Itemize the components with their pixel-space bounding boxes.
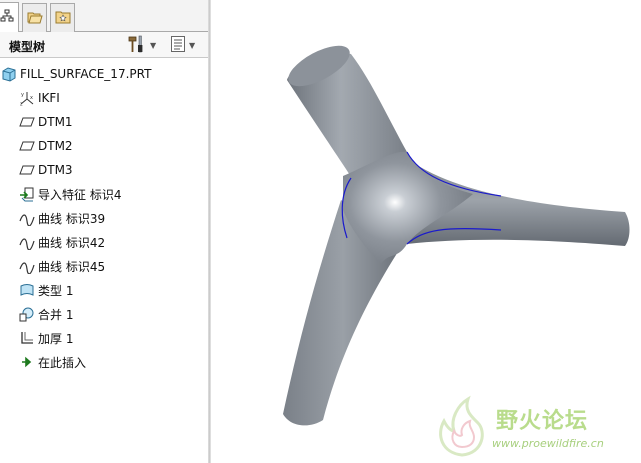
svg-text:y: y [21, 92, 24, 98]
tree-item-label: 加厚 1 [38, 331, 74, 346]
tree-item-thicken[interactable]: 加厚 1 [0, 326, 208, 350]
part-icon [1, 66, 17, 82]
curve-icon [19, 258, 35, 274]
tree-item-label: 曲线 标识42 [38, 235, 106, 250]
tree-item-label: DTM3 [38, 163, 73, 177]
import-feature-icon [19, 186, 35, 202]
model-tree-panel: 模型树 ▼ ▼ FILL_SURFACE_17.PRT yx z IKFI DTM… [0, 32, 208, 463]
tree-item-label: DTM2 [38, 139, 73, 153]
hammer-settings-icon [127, 35, 147, 56]
flame-logo-icon [432, 395, 492, 462]
tree-item-import-feature[interactable]: 导入特征 标识4 [0, 182, 208, 206]
tree-item-boundary-blend[interactable]: 类型 1 [0, 278, 208, 302]
tree-item-label: 曲线 标识45 [38, 259, 106, 274]
favorites-tab[interactable] [50, 3, 75, 32]
curve-icon [19, 234, 35, 250]
curve-icon [19, 210, 35, 226]
watermark: 野火论坛 www.proewildfire.cn [432, 395, 638, 459]
tree-item-curve-39[interactable]: 曲线 标识39 [0, 206, 208, 230]
navigator-tab-strip [0, 0, 210, 32]
show-dropdown-caret[interactable]: ▼ [189, 41, 195, 50]
boundary-blend-icon [19, 282, 35, 298]
tree-item-label: 合并 1 [38, 307, 74, 322]
folder-browser-tab[interactable] [22, 3, 47, 32]
tree-item-curve-45[interactable]: 曲线 标识45 [0, 254, 208, 278]
graphics-window[interactable] [211, 0, 641, 463]
merge-icon [19, 306, 35, 322]
tree-item-merge[interactable]: 合并 1 [0, 302, 208, 326]
insert-here-arrow-icon [19, 354, 35, 370]
tree-item-datum-plane-2[interactable]: DTM2 [0, 134, 208, 158]
svg-text:x: x [30, 95, 33, 101]
model-tree: FILL_SURFACE_17.PRT yx z IKFI DTM1 DTM2 D… [0, 58, 208, 374]
tree-item-coordinate-system[interactable]: yx z IKFI [0, 86, 208, 110]
settings-dropdown-caret[interactable]: ▼ [150, 41, 156, 50]
watermark-url: www.proewildfire.cn [492, 437, 604, 450]
datum-plane-icon [19, 114, 35, 130]
model-tree-header: 模型树 ▼ ▼ [0, 32, 208, 58]
tree-item-datum-plane-3[interactable]: DTM3 [0, 158, 208, 182]
tree-item-label: FILL_SURFACE_17.PRT [20, 67, 152, 81]
svg-text:z: z [20, 102, 23, 107]
three-way-surface-model [283, 45, 630, 426]
tree-item-label: 类型 1 [38, 283, 74, 298]
panel-title: 模型树 [9, 40, 46, 54]
tree-item-insert-here[interactable]: 在此插入 [0, 350, 208, 374]
datum-plane-icon [19, 138, 35, 154]
thicken-icon [19, 330, 35, 346]
settings-button[interactable]: ▼ [127, 35, 156, 56]
tree-item-label: 在此插入 [38, 355, 87, 370]
tree-item-label: 曲线 标识39 [38, 211, 106, 226]
tree-item-label: DTM1 [38, 115, 73, 129]
tree-list-icon [170, 35, 186, 56]
datum-plane-icon [19, 162, 35, 178]
tree-item-curve-42[interactable]: 曲线 标识42 [0, 230, 208, 254]
model-tree-tab[interactable] [0, 2, 19, 32]
tree-item-datum-plane-1[interactable]: DTM1 [0, 110, 208, 134]
favorites-icon [55, 9, 71, 28]
watermark-title: 野火论坛 [496, 409, 589, 434]
model-tree-icon [0, 9, 14, 26]
coordinate-system-icon: yx z [19, 90, 35, 106]
tree-item-root-part[interactable]: FILL_SURFACE_17.PRT [0, 62, 208, 86]
tree-item-label: IKFI [38, 91, 60, 105]
folder-icon [27, 9, 43, 28]
tree-item-label: 导入特征 标识4 [38, 187, 122, 202]
show-button[interactable]: ▼ [170, 35, 195, 56]
